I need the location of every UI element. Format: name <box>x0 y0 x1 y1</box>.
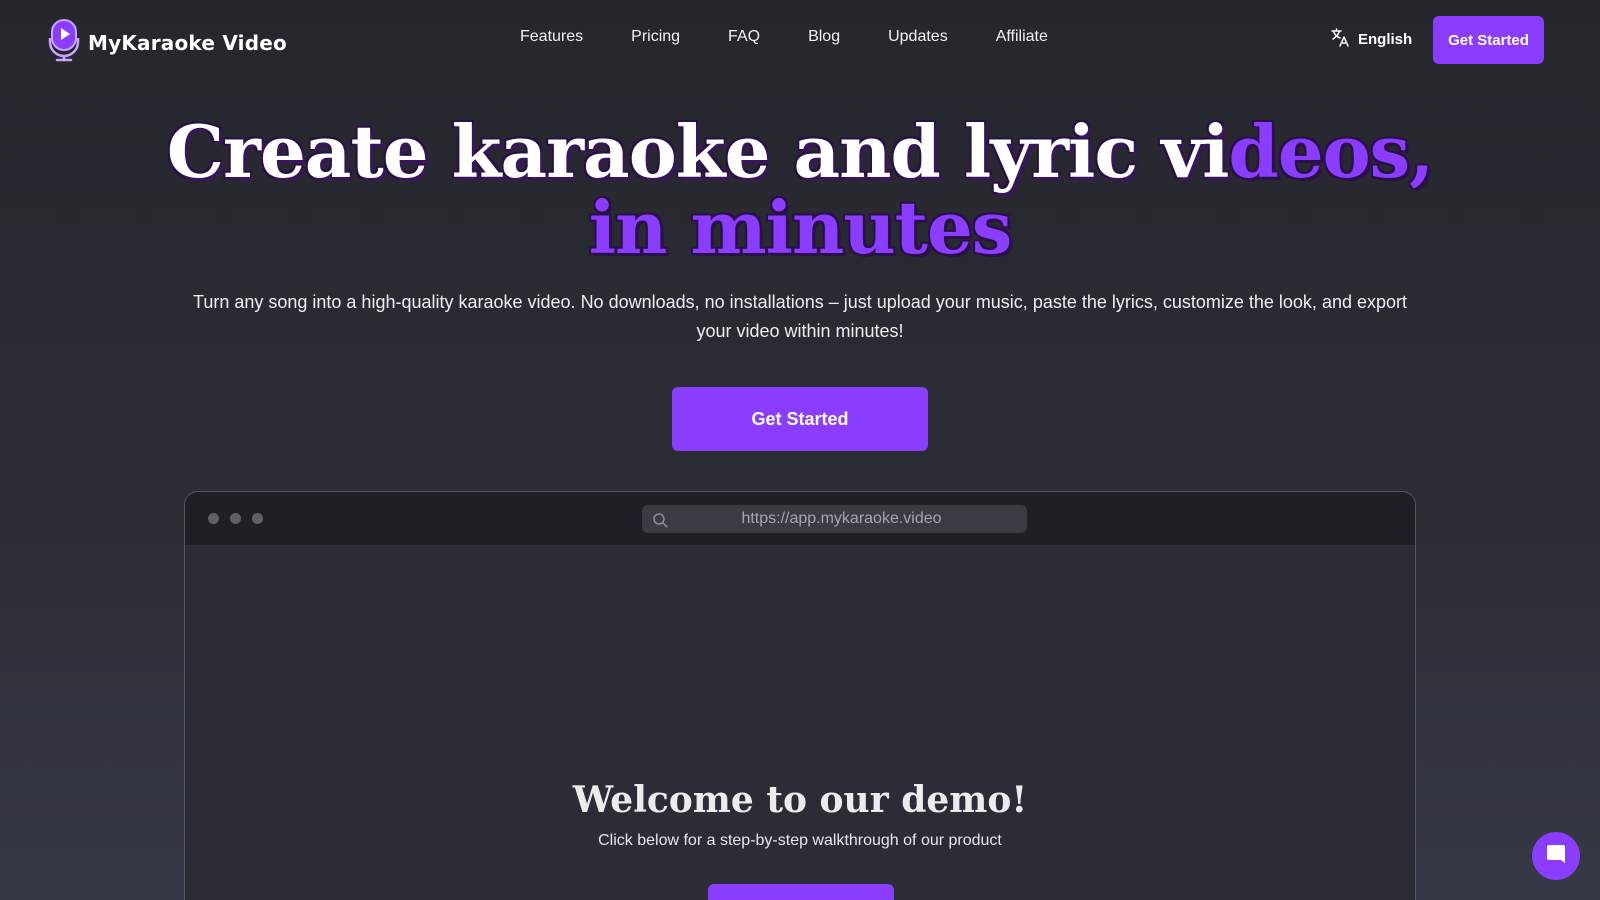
hero-title-purple-1: deos, <box>1228 109 1434 194</box>
nav-get-started-button[interactable]: Get Started <box>1433 16 1544 64</box>
language-label: English <box>1358 31 1413 48</box>
nav-link-affiliate[interactable]: Affiliate <box>996 28 1048 46</box>
browser-toolbar: https://app.mykaraoke.video <box>185 492 1415 545</box>
nav-link-updates[interactable]: Updates <box>888 28 948 46</box>
window-dot-close <box>208 513 219 524</box>
nav-link-blog[interactable]: Blog <box>808 28 840 46</box>
demo-browser-window: https://app.mykaraoke.video Welcome to o… <box>184 491 1416 900</box>
hero-title-purple-2: in minutes <box>588 185 1013 270</box>
nav-link-pricing[interactable]: Pricing <box>631 28 680 46</box>
main-nav: Features Pricing FAQ Blog Updates Affili… <box>520 28 1096 46</box>
translate-icon <box>1330 27 1350 52</box>
top-nav: MyKaraoke Video Features Pricing FAQ Blo… <box>0 0 1600 80</box>
brand-name: MyKaraoke Video <box>88 30 287 55</box>
hero-get-started-button[interactable]: Get Started <box>672 387 928 451</box>
brand-home-link[interactable]: MyKaraoke Video <box>48 18 287 67</box>
window-dot-minimize <box>230 513 241 524</box>
demo-title: Welcome to our demo! <box>572 779 1028 821</box>
window-dot-maximize <box>252 513 263 524</box>
nav-link-features[interactable]: Features <box>520 28 583 46</box>
chat-launcher-button[interactable] <box>1532 832 1580 880</box>
hero-title: Create karaoke and lyric videos, in minu… <box>0 114 1600 266</box>
url-text: https://app.mykaraoke.video <box>741 510 942 527</box>
demo-start-button[interactable] <box>708 884 894 900</box>
url-bar[interactable]: https://app.mykaraoke.video <box>642 505 1027 533</box>
microphone-play-icon <box>48 18 80 67</box>
hero-subtitle: Turn any song into a high-quality karaok… <box>193 292 1407 341</box>
chat-bubble-icon <box>1544 842 1568 871</box>
demo-subtitle: Click below for a step-by-step walkthrou… <box>598 832 1002 849</box>
language-selector[interactable]: English <box>1330 27 1412 52</box>
nav-link-faq[interactable]: FAQ <box>728 28 760 46</box>
hero-title-white: Create karaoke and lyric vi <box>166 109 1230 194</box>
